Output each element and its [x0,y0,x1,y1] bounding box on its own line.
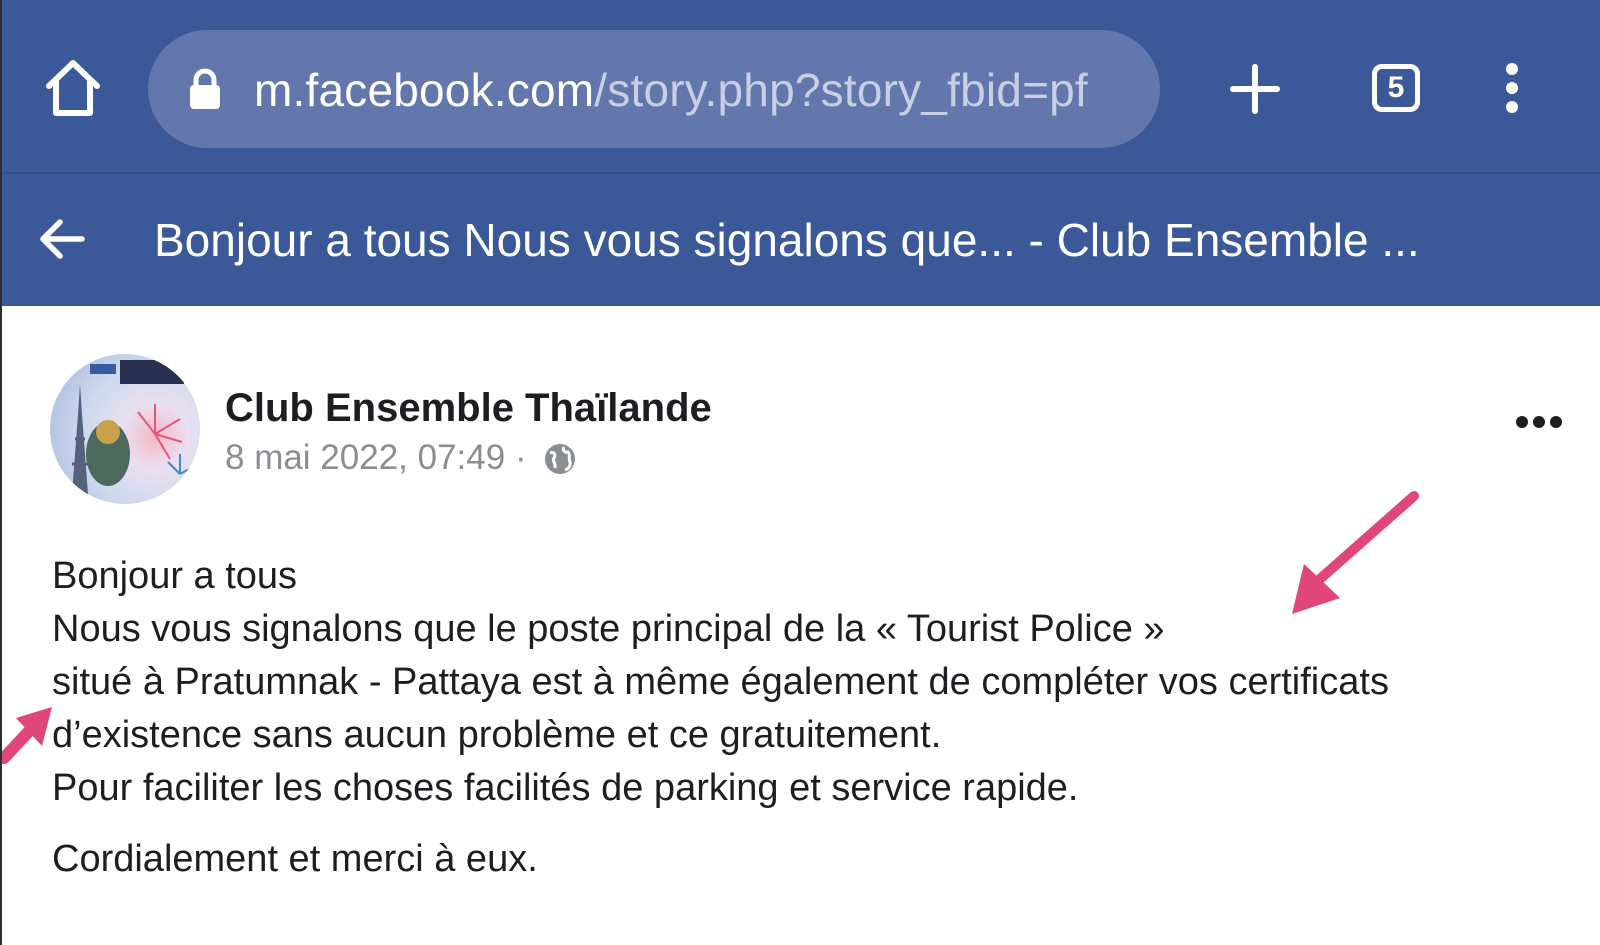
post-line: Pour faciliter les choses facilités de p… [52,767,1079,809]
post-line: Nous vous signalons que le poste princip… [52,608,1165,650]
author-name[interactable]: Club Ensemble Thaïlande [225,384,712,432]
url-domain: m.facebook.com [254,64,595,116]
post-closing: Cordialement et merci à eux. [52,838,538,880]
url-text[interactable]: m.facebook.com/story.php?story_fbid=pf [254,62,1124,118]
page-title: Bonjour a tous Nous vous signalons que..… [154,214,1420,266]
globe-icon [544,442,576,486]
meta-separator: · [514,438,527,477]
url-path: /story.php?story_fbid=pf [594,64,1088,116]
avatar[interactable] [50,354,200,504]
home-icon[interactable] [44,58,102,123]
more-vert-icon[interactable] [1502,62,1522,119]
browser-toolbar: m.facebook.com/story.php?story_fbid=pf 5 [2,0,1600,172]
tabs-button[interactable]: 5 [1372,64,1420,112]
back-arrow-icon[interactable] [38,218,86,265]
plus-icon[interactable] [1230,64,1280,119]
post-body: Bonjour a tous Nous vous signalons que l… [52,550,1592,886]
address-bar[interactable]: m.facebook.com/story.php?story_fbid=pf [148,30,1160,148]
more-horizontal-icon[interactable] [1514,414,1564,435]
post-timestamp[interactable]: 8 mai 2022, 07:49 [225,438,505,477]
lock-icon [188,68,222,115]
post-meta: 8 mai 2022, 07:49 · [225,436,576,486]
page-header: Bonjour a tous Nous vous signalons que..… [2,174,1600,306]
post-line: situé à Pratumnak - Pattaya est à même é… [52,661,1389,703]
post-line: Bonjour a tous [52,555,298,597]
post-line: d’existence sans aucun problème et ce gr… [52,714,942,756]
annotation-arrow [2,707,52,764]
tab-count: 5 [1387,71,1405,104]
